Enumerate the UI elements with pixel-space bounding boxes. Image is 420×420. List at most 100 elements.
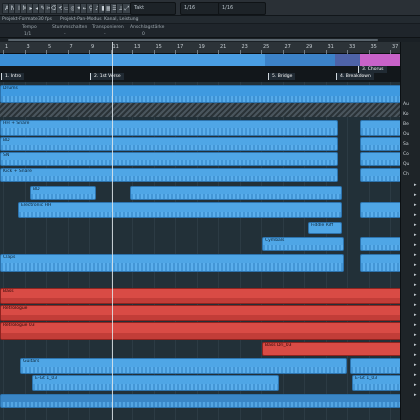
bottom-guitar-clip[interactable] — [0, 394, 400, 408]
quantize-select[interactable]: 1/16 — [180, 2, 220, 15]
claps-clip[interactable]: Claps — [0, 254, 344, 272]
right-zone-panel: Au Ko Be Ou Sa Co Qu Ch ▸ ▸ ▸ ▸ ▸ ▸ ▸ ▸ ▸ ▸ ▸ ▸ ▸ ▸ ▸ ▸ ▸ ▸ ▸ ▸ ▸ ▸ — [400, 42, 420, 420]
kick-snare-clip-2[interactable] — [360, 168, 400, 182]
retrologue-03-clip[interactable]: Retrologue 03 — [0, 322, 400, 340]
ruler-tick-label: 9 — [91, 44, 95, 50]
expand-arrow-icon[interactable]: ▸ — [414, 382, 417, 388]
right-zone-item[interactable]: Ko — [403, 112, 408, 117]
arranger-section[interactable] — [265, 54, 335, 66]
retrologue-clip[interactable]: Retrologue — [0, 305, 400, 321]
ruler-tick-label: 13 — [134, 44, 141, 50]
clip-label: SN — [3, 153, 10, 158]
arranger-section[interactable] — [360, 54, 400, 66]
expand-arrow-icon[interactable]: ▸ — [414, 322, 417, 328]
info-link[interactable]: Kanal, Leistung — [104, 17, 138, 22]
cymbals-clip-2[interactable] — [360, 237, 400, 251]
guitars-clip-2[interactable] — [350, 358, 400, 374]
expand-arrow-icon[interactable]: ▸ — [414, 222, 417, 228]
right-zone-item[interactable]: Co — [403, 152, 409, 157]
sn-clip[interactable]: SN — [0, 152, 338, 166]
arranger-track[interactable] — [0, 54, 400, 66]
right-zone-item[interactable]: Sa — [403, 142, 409, 147]
kick-snare-clip[interactable]: Kick + Snare — [0, 168, 338, 182]
electronic-hh-clip[interactable]: Electronic HH — [18, 202, 342, 218]
clip-label: Cymbals — [265, 238, 285, 243]
bass-clip[interactable]: Bass — [0, 288, 400, 304]
expand-arrow-icon[interactable]: ▸ — [414, 292, 417, 298]
egt-clip[interactable]: E-Gt 1_03 — [32, 375, 279, 391]
ruler-tick-label: 21 — [220, 44, 227, 50]
expand-arrow-icon[interactable]: ▸ — [414, 202, 417, 208]
bd-long-clip[interactable] — [130, 186, 342, 200]
arranger-section[interactable] — [90, 54, 265, 66]
timeline-ruler[interactable]: 1 3 5 7 9 11 13 15 17 19 21 23 25 27 29 31 33 35 37 — [0, 42, 400, 54]
expand-arrow-icon[interactable]: ▸ — [414, 232, 417, 238]
clip-label: BD — [3, 138, 10, 143]
marker-chorus[interactable]: 3. Chorus — [358, 66, 387, 73]
expand-arrow-icon[interactable]: ▸ — [414, 262, 417, 268]
expand-arrow-icon[interactable]: ▸ — [414, 282, 417, 288]
arranger-section[interactable] — [335, 54, 360, 66]
hh-snare-clip[interactable]: HH + Snare — [0, 120, 338, 136]
guitars-clip[interactable]: Guitars — [20, 358, 347, 374]
right-zone-item[interactable]: Ou — [403, 132, 409, 137]
clip-content — [1, 333, 400, 339]
playhead-cursor[interactable] — [112, 42, 113, 420]
info-project[interactable]: Projekt-Formate — [2, 17, 38, 22]
parameter-row: Tempo Stummschalten Transponieren Anschl… — [0, 24, 420, 38]
mode-label: 1/16 — [222, 5, 234, 11]
expand-arrow-icon[interactable]: ▸ — [414, 342, 417, 348]
fiddle-clip[interactable]: Fiddle Riff — [308, 222, 342, 234]
marker-verse[interactable]: 2. 1st Verse — [90, 73, 124, 80]
marker-intro[interactable]: 1. Intro — [1, 73, 25, 80]
bass-dri-clip[interactable]: Bass Dri_03 — [262, 342, 400, 356]
right-zone-item[interactable]: Be — [403, 122, 409, 127]
mode-select[interactable]: 1/16 — [218, 2, 266, 15]
info-line: Projekt-Formate 30 fps Projekt-Pan-Modus… — [0, 16, 420, 24]
expand-arrow-icon[interactable]: ▸ — [414, 182, 417, 188]
expand-arrow-icon[interactable]: ▸ — [414, 302, 417, 308]
sn-clip-2[interactable] — [360, 152, 400, 166]
val-mute[interactable]: - — [64, 32, 66, 37]
expand-arrow-icon[interactable]: ▸ — [414, 242, 417, 248]
expand-arrow-icon[interactable]: ▸ — [414, 272, 417, 278]
event-display[interactable]: Drums HH + Snare BD SN Kick + Snare BD E… — [0, 82, 400, 420]
electronic-hh-clip-2[interactable] — [360, 202, 400, 218]
info-music[interactable]: Projekt-Pan-Modus — [60, 17, 102, 22]
expand-arrow-icon[interactable]: ▸ — [414, 252, 417, 258]
clip-content — [31, 194, 95, 199]
val-velocity[interactable]: 0 — [142, 32, 145, 37]
expand-arrow-icon[interactable]: ▸ — [414, 362, 417, 368]
arranger-section[interactable] — [0, 54, 90, 66]
info-fps[interactable]: 30 fps — [38, 17, 52, 22]
egt-clip-2[interactable]: E-Gt 1_03 — [352, 375, 400, 391]
bd-clip[interactable]: BD — [0, 137, 338, 151]
clip-content — [361, 263, 400, 271]
expand-arrow-icon[interactable]: ▸ — [414, 192, 417, 198]
right-zone-item[interactable]: Qu — [403, 162, 409, 167]
bd-short-clip[interactable]: BD — [30, 186, 96, 200]
right-zone-item[interactable]: Ch — [403, 172, 409, 177]
right-zone-item[interactable]: Au — [403, 102, 409, 107]
cymbals-clip[interactable]: Cymbals — [262, 237, 344, 251]
clip-label: Electronic HH — [21, 203, 52, 208]
expand-arrow-icon[interactable]: ▸ — [414, 312, 417, 318]
bd-clip-2[interactable] — [360, 137, 400, 151]
expand-arrow-icon[interactable]: ▸ — [414, 352, 417, 358]
scroll-thumb[interactable] — [8, 39, 378, 41]
expand-arrow-icon[interactable]: ▸ — [414, 212, 417, 218]
claps-clip-2[interactable] — [360, 254, 400, 272]
clip-content — [361, 176, 400, 181]
snap-select[interactable]: Takt — [130, 2, 176, 15]
expand-arrow-icon[interactable]: ▸ — [414, 332, 417, 338]
expand-arrow-icon[interactable]: ▸ — [414, 372, 417, 378]
marker-breakdown[interactable]: 4. Breakdown — [336, 73, 374, 80]
drums-folder-clip[interactable]: Drums — [0, 85, 400, 103]
ruler-tick-label: 19 — [198, 44, 205, 50]
ruler-tick-label: 29 — [306, 44, 313, 50]
marker-bridge[interactable]: 5. Bridge — [268, 73, 296, 80]
hh-snare-clip-2[interactable] — [360, 120, 400, 136]
val-transpose[interactable]: - — [104, 32, 106, 37]
expand-arrow-icon[interactable]: ▸ — [414, 392, 417, 398]
val-tempo[interactable]: 1/1 — [24, 32, 31, 37]
